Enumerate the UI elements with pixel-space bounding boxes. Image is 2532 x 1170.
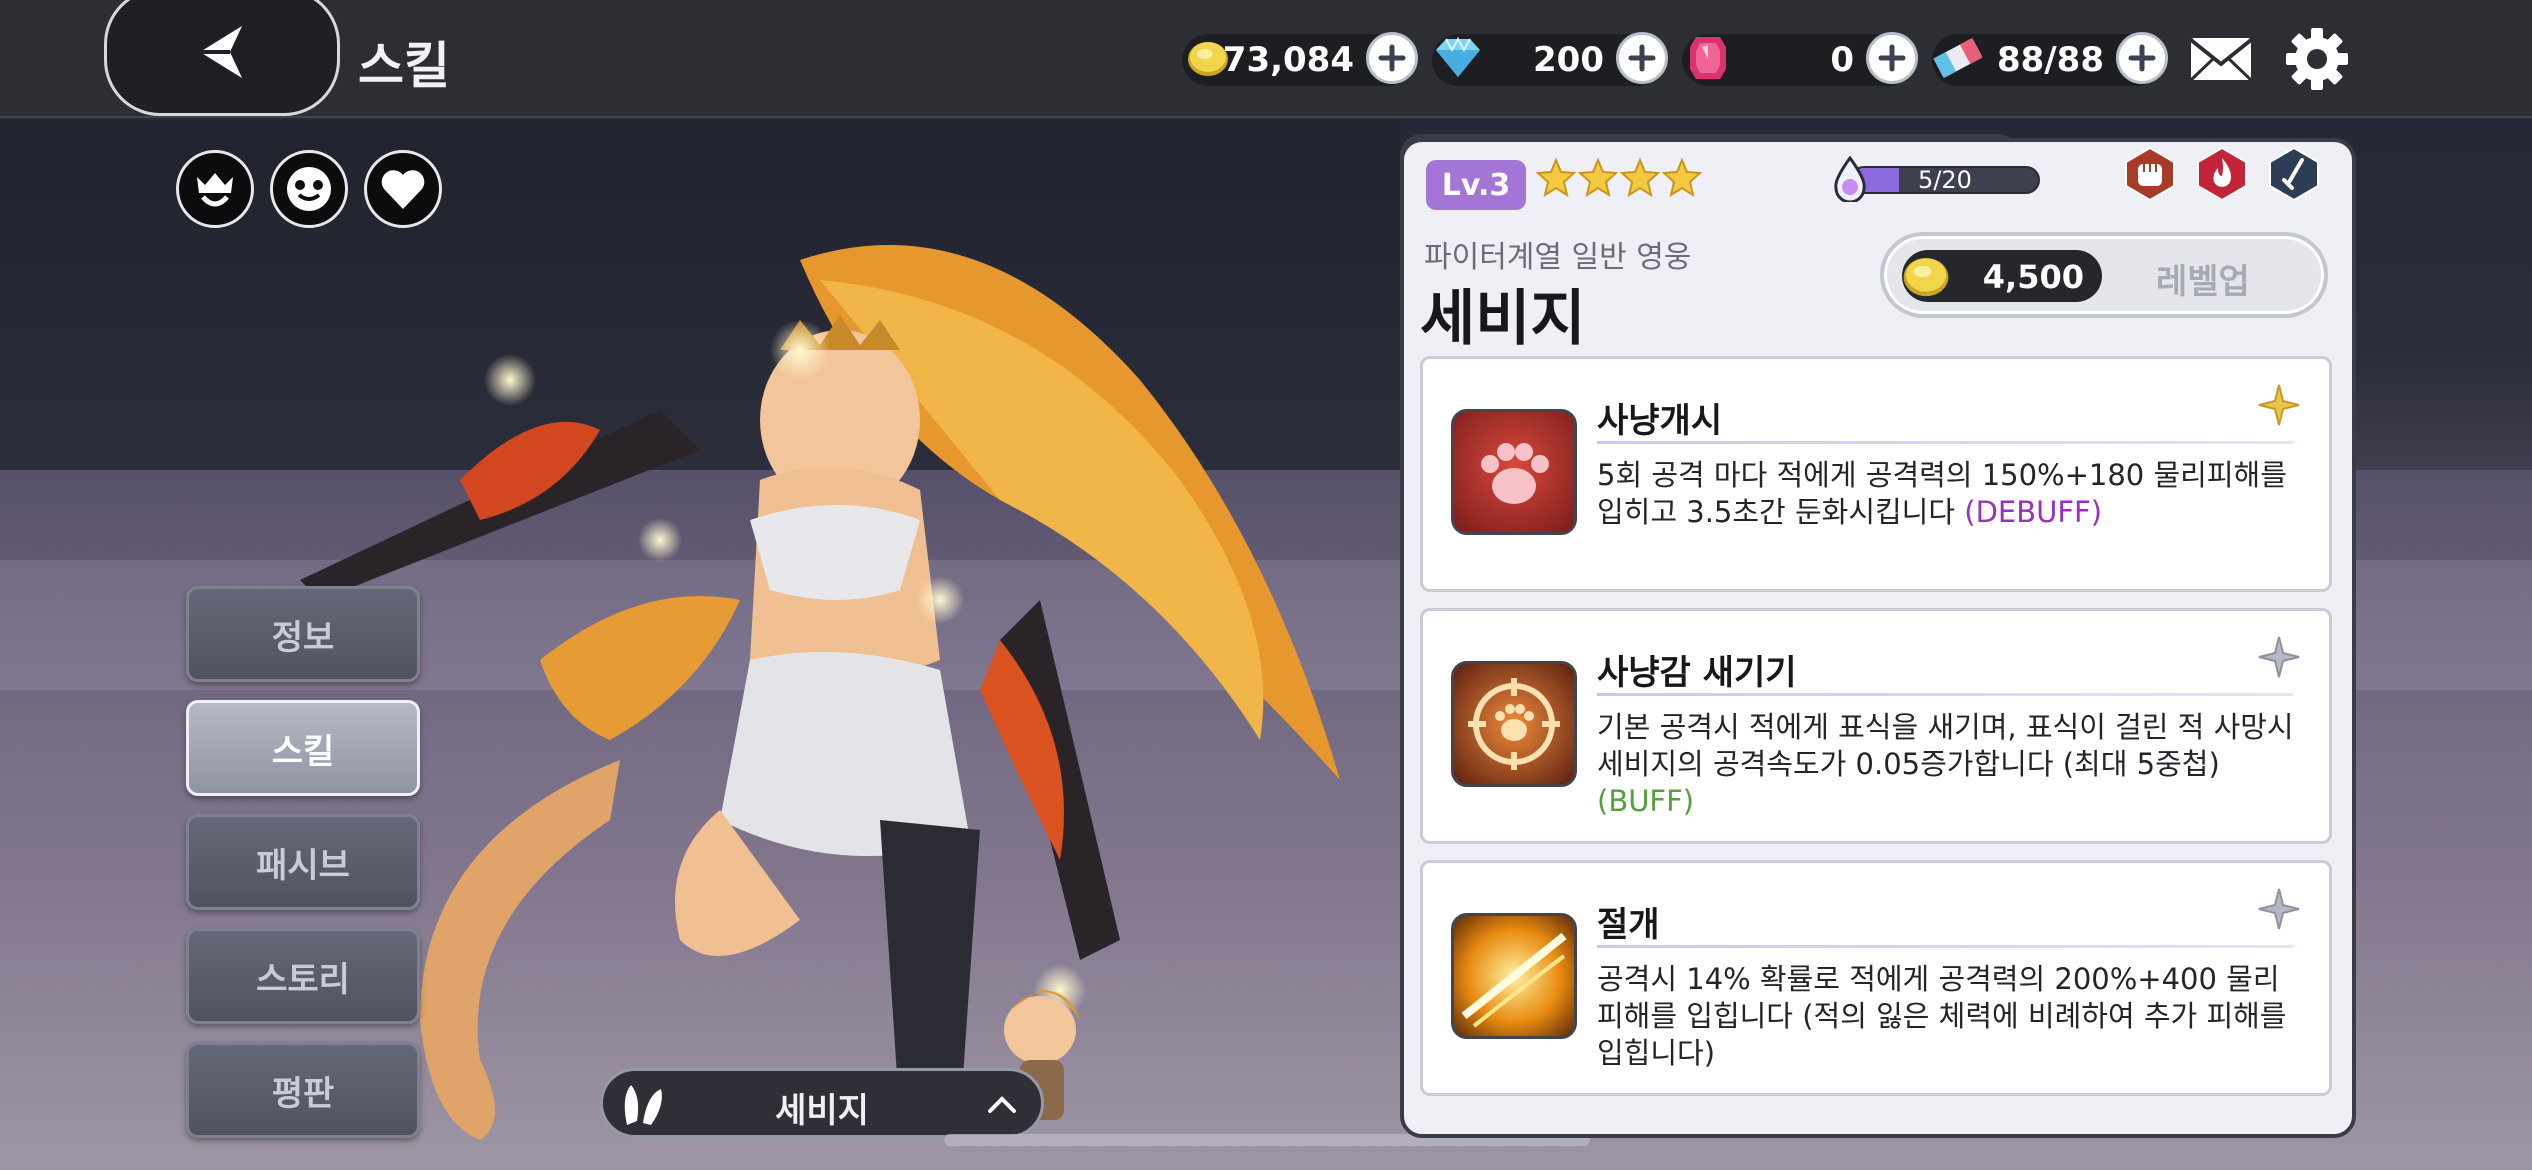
- gold-counter: 73,084: [1182, 32, 1418, 86]
- skill-divider: [1597, 441, 2293, 444]
- level-up-cost-value: 4,500: [1982, 258, 2084, 296]
- character-illustration: [280, 220, 1420, 1170]
- ticket-icon: [1930, 30, 1986, 86]
- skill-description: 5회 공격 마다 적에게 공격력의 150%+180 물리피해를 입히고 3.5…: [1597, 457, 2299, 531]
- hero-selector-name: 세비지: [775, 1091, 869, 1131]
- gear-icon: [2286, 28, 2348, 90]
- element-sword-badge: [2266, 146, 2322, 202]
- skill-name: 사냥개시: [1597, 401, 1723, 441]
- slash-skill-icon: [1451, 913, 1577, 1039]
- level-up-label: 레벨업: [2156, 262, 2250, 302]
- star-icon: [1578, 158, 1618, 198]
- emote-smile-button[interactable]: [270, 150, 348, 228]
- ruby-counter: 0: [1682, 32, 1918, 86]
- skill-description: 기본 공격시 적에게 표식을 새기며, 표식이 걸린 적 사망시 세비지의 공격…: [1597, 709, 2299, 820]
- menu-story-button[interactable]: 스토리: [186, 928, 420, 1024]
- plus-icon: [1878, 44, 1906, 72]
- element-fighter-badge: [2122, 146, 2178, 202]
- sparkle-icon: [2258, 384, 2300, 426]
- skill-pin-button[interactable]: [2257, 635, 2301, 679]
- fire-icon: [2197, 146, 2247, 202]
- page-title: 스킬: [358, 37, 450, 95]
- ticket-add-button[interactable]: [2116, 32, 2168, 84]
- plus-icon: [2128, 44, 2156, 72]
- skill-description-text: 기본 공격시 적에게 표식을 새기며, 표식이 걸린 적 사망시 세비지의 공격…: [1597, 710, 2294, 781]
- target-paw-skill-icon: [1451, 661, 1577, 787]
- skill-pin-button[interactable]: [2257, 887, 2301, 931]
- element-fire-badge: [2194, 146, 2250, 202]
- diamond-value: 200: [1533, 40, 1604, 80]
- ruby-value: 0: [1830, 40, 1854, 80]
- sparkle-icon: [2258, 888, 2300, 930]
- emote-crown-button[interactable]: [176, 150, 254, 228]
- skill-name: 사냥감 새기기: [1597, 653, 1797, 693]
- gold-coin-icon: [1903, 258, 1949, 297]
- exp-text: 5/20: [1918, 166, 1972, 194]
- level-badge: Lv.3: [1426, 160, 1526, 210]
- ruby-icon: [1680, 30, 1736, 86]
- gold-value: 73,084: [1222, 40, 1354, 80]
- hero-name: 세비지: [1420, 284, 1586, 354]
- star-icon: [1536, 158, 1576, 198]
- paw-skill-icon: [1451, 409, 1577, 535]
- fist-icon: [2125, 146, 2175, 202]
- menu-reputation-button[interactable]: 평판: [186, 1042, 420, 1138]
- diamond-icon: [1430, 30, 1486, 86]
- sparkle-icon: [2258, 636, 2300, 678]
- smile-face-icon: [287, 167, 331, 211]
- crystal-drop-icon: [1834, 156, 1866, 202]
- star-rating: [1536, 158, 1702, 198]
- diamond-add-button[interactable]: [1616, 32, 1668, 84]
- diamond-counter: 200: [1432, 32, 1668, 86]
- exp-gauge: 5/20: [1830, 156, 2046, 202]
- mail-button[interactable]: [2188, 30, 2254, 88]
- star-icon: [1662, 158, 1702, 198]
- level-up-button[interactable]: 4,500 레벨업: [1880, 232, 2328, 318]
- skill-divider: [1597, 693, 2293, 696]
- skill-card[interactable]: 절개 공격시 14% 확률로 적에게 공격력의 200%+400 물리피해를 입…: [1420, 860, 2332, 1096]
- level-up-cost: 4,500: [1902, 250, 2102, 302]
- sword-icon: [2269, 146, 2319, 202]
- back-button[interactable]: [104, 0, 340, 116]
- skill-description: 공격시 14% 확률로 적에게 공격력의 200%+400 물리피해를 입힙니다…: [1597, 961, 2299, 1072]
- chevron-up-icon: [988, 1096, 1016, 1113]
- gold-add-button[interactable]: [1366, 32, 1418, 84]
- skill-divider: [1597, 945, 2293, 948]
- skill-card[interactable]: 사냥감 새기기 기본 공격시 적에게 표식을 새기며, 표식이 걸린 적 사망시…: [1420, 608, 2332, 844]
- ticket-counter: 88/88: [1932, 32, 2168, 86]
- top-bar: 스킬 73,084 200 0 88/88: [0, 0, 2532, 118]
- menu-skill-button[interactable]: 스킬: [186, 700, 420, 796]
- envelope-icon: [2189, 38, 2253, 82]
- skill-description-text: 공격시 14% 확률로 적에게 공격력의 200%+400 물리피해를 입힙니다…: [1597, 962, 2287, 1070]
- plus-icon: [1628, 44, 1656, 72]
- star-icon: [1620, 158, 1660, 198]
- ruby-add-button[interactable]: [1866, 32, 1918, 84]
- back-arrow-icon: [200, 26, 242, 78]
- skill-effect-tag: (BUFF): [1597, 784, 1695, 818]
- hero-selector[interactable]: 세비지: [600, 1068, 1044, 1138]
- skill-pin-button[interactable]: [2257, 383, 2301, 427]
- ticket-value: 88/88: [1996, 40, 2104, 80]
- plus-icon: [1378, 44, 1406, 72]
- skill-description-text: 5회 공격 마다 적에게 공격력의 150%+180 물리피해를 입히고 3.5…: [1597, 458, 2287, 529]
- crown-face-icon: [197, 173, 233, 207]
- emote-heart-button[interactable]: [364, 150, 442, 228]
- skill-effect-tag: (DEBUFF): [1964, 495, 2103, 529]
- menu-passive-button[interactable]: 패시브: [186, 814, 420, 910]
- heart-icon: [381, 170, 425, 209]
- settings-button[interactable]: [2284, 26, 2350, 92]
- skill-name: 절개: [1597, 905, 1660, 945]
- skill-card[interactable]: 사냥개시 5회 공격 마다 적에게 공격력의 150%+180 물리피해를 입히…: [1420, 356, 2332, 592]
- menu-info-button[interactable]: 정보: [186, 586, 420, 682]
